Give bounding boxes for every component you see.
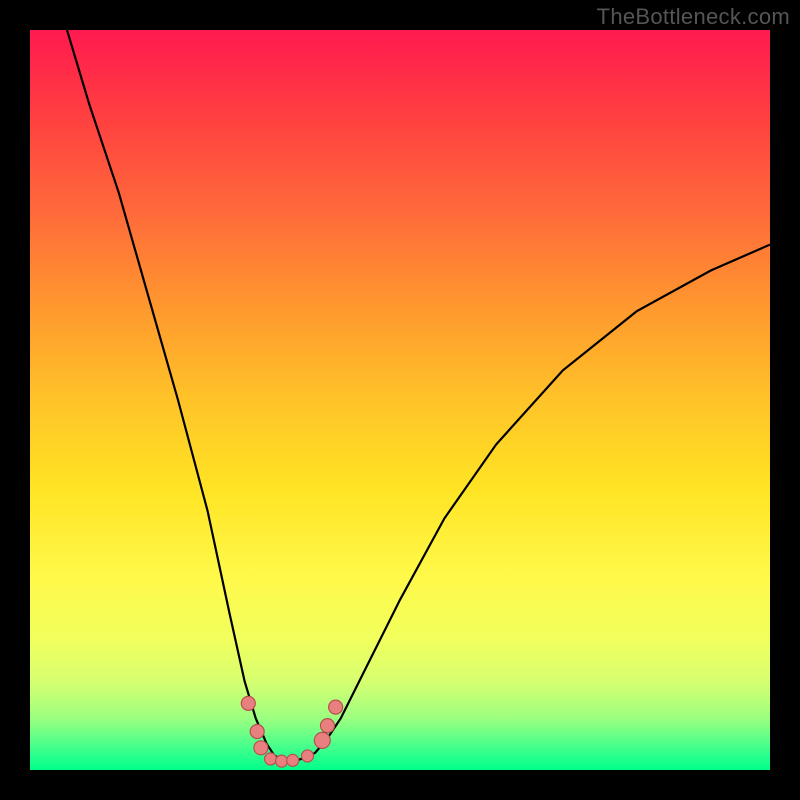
data-marker (329, 700, 343, 714)
data-marker (265, 753, 277, 765)
data-marker (320, 719, 334, 733)
data-marker (250, 725, 264, 739)
data-marker (254, 741, 268, 755)
chart-frame: TheBottleneck.com (0, 0, 800, 800)
chart-plot-area (30, 30, 770, 770)
data-marker (314, 732, 330, 748)
data-marker (276, 755, 288, 767)
data-marker (302, 750, 314, 762)
bottleneck-curve (67, 30, 770, 761)
chart-svg (30, 30, 770, 770)
data-marker (241, 696, 255, 710)
data-marker (287, 754, 299, 766)
watermark-text: TheBottleneck.com (597, 4, 790, 30)
